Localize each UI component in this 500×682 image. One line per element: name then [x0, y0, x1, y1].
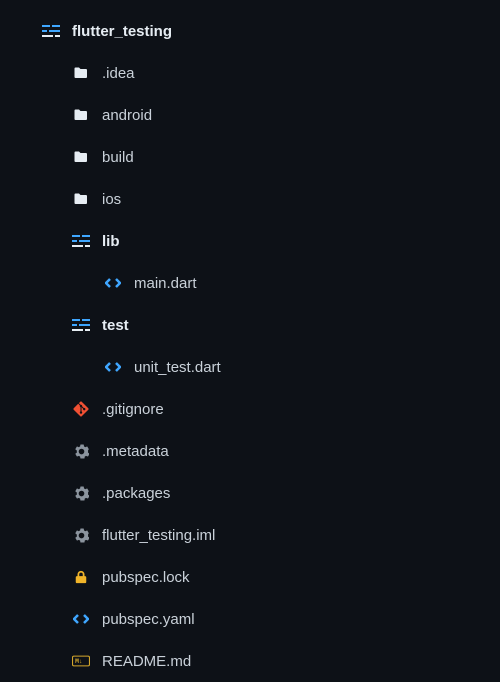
tree-item-label: unit_test.dart — [134, 359, 221, 376]
gear-icon — [72, 484, 90, 502]
tree-item-label: test — [102, 317, 129, 334]
folder-icon — [72, 64, 90, 82]
tree-item[interactable]: ios — [0, 178, 500, 220]
code-icon — [104, 274, 122, 292]
tree-item-label: .packages — [102, 485, 170, 502]
tree-item-label: main.dart — [134, 275, 197, 292]
tree-item-label: .gitignore — [102, 401, 164, 418]
tree-item[interactable]: .metadata — [0, 430, 500, 472]
tree-item[interactable]: unit_test.dart — [0, 346, 500, 388]
folder-icon — [72, 148, 90, 166]
tree-item[interactable]: pubspec.lock — [0, 556, 500, 598]
tree-item[interactable]: lib — [0, 220, 500, 262]
open-folder-icon — [42, 22, 60, 40]
folder-icon — [72, 190, 90, 208]
git-icon — [72, 400, 90, 418]
tree-item[interactable]: .idea — [0, 52, 500, 94]
svg-text:M↓: M↓ — [75, 658, 83, 665]
lock-icon — [72, 568, 90, 586]
tree-item[interactable]: build — [0, 136, 500, 178]
tree-item-label: build — [102, 149, 134, 166]
tree-item[interactable]: flutter_testing.iml — [0, 514, 500, 556]
tree-item[interactable]: android — [0, 94, 500, 136]
code-icon — [72, 610, 90, 628]
tree-item[interactable]: main.dart — [0, 262, 500, 304]
tree-item[interactable]: test — [0, 304, 500, 346]
open-folder-icon — [72, 232, 90, 250]
tree-item-label: .idea — [102, 65, 135, 82]
gear-icon — [72, 442, 90, 460]
open-folder-icon — [72, 316, 90, 334]
tree-item[interactable]: .gitignore — [0, 388, 500, 430]
tree-item-label: pubspec.lock — [102, 569, 190, 586]
tree-root-label: flutter_testing — [72, 23, 172, 40]
tree-item[interactable]: M↓ README.md — [0, 640, 500, 682]
tree-root[interactable]: flutter_testing — [0, 10, 500, 52]
markdown-icon: M↓ — [72, 652, 90, 670]
tree-item[interactable]: .packages — [0, 472, 500, 514]
tree-item-label: lib — [102, 233, 120, 250]
folder-icon — [72, 106, 90, 124]
code-icon — [104, 358, 122, 376]
tree-item-label: README.md — [102, 653, 191, 670]
tree-item[interactable]: pubspec.yaml — [0, 598, 500, 640]
tree-item-label: pubspec.yaml — [102, 611, 195, 628]
gear-icon — [72, 526, 90, 544]
tree-item-label: android — [102, 107, 152, 124]
tree-item-label: .metadata — [102, 443, 169, 460]
tree-item-label: flutter_testing.iml — [102, 527, 215, 544]
tree-item-label: ios — [102, 191, 121, 208]
file-tree: flutter_testing .idea android build ios … — [0, 10, 500, 682]
